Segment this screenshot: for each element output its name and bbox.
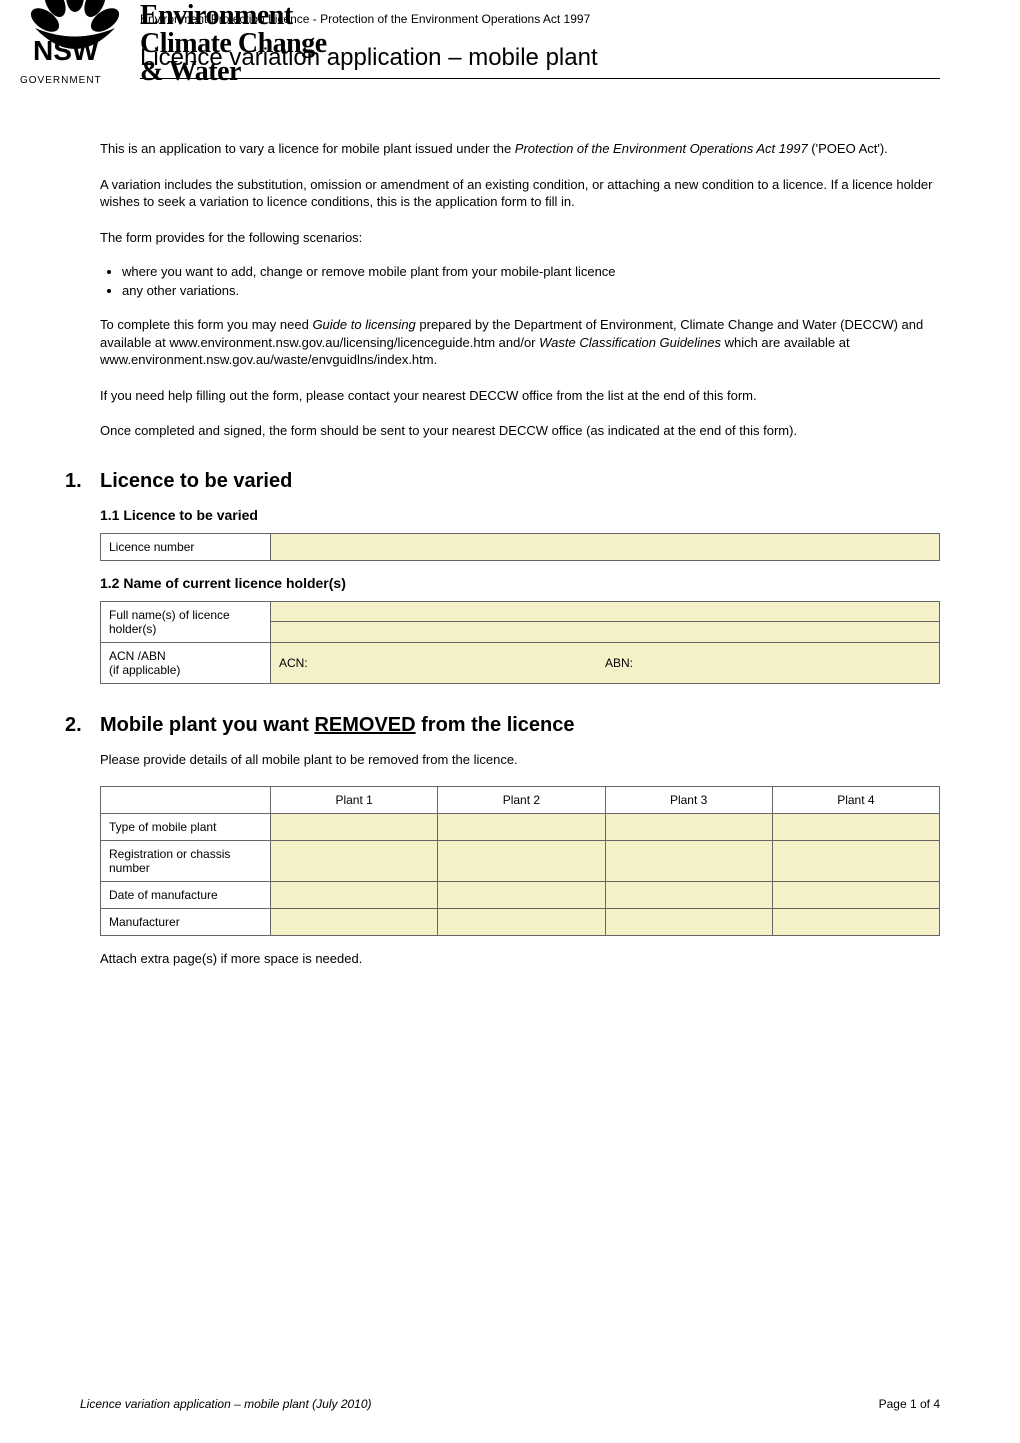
section-1-2-heading: 1.2 Name of current licence holder(s) [100,575,940,591]
licence-number-label: Licence number [101,533,271,560]
acn-abn-cell: ACN: ABN: [271,642,940,683]
licence-number-input[interactable] [271,533,940,560]
body: This is an application to vary a licence… [100,140,940,968]
row-reg-plant2[interactable] [438,841,605,882]
row-date-plant1[interactable] [271,882,438,909]
intro-p1b: ('POEO Act'). [808,141,888,156]
page-title: Licence variation application – mobile p… [140,44,598,72]
holder-name-label: Full name(s) of licence holder(s) [101,601,271,642]
intro-p1-ital: Protection of the Environment Operations… [515,141,808,156]
section-1-title: Licence to be varied [100,470,292,492]
intro-p4-ital1: Guide to licensing [312,317,415,332]
table-row: Date of manufacture [101,882,940,909]
section-1-1-heading: 1.1 Licence to be varied [100,507,940,523]
intro-bullets: where you want to add, change or remove … [122,264,940,298]
section-2-num: 2. [65,714,100,737]
act-title: Protection of the Environment Operations… [320,12,590,26]
holder-table: Full name(s) of licence holder(s) ACN /A… [100,601,940,684]
section-1-num: 1. [65,470,100,493]
remove-table-corner [101,787,271,814]
row-mfr-plant2[interactable] [438,909,605,936]
row-reg-plant3[interactable] [605,841,772,882]
intro-bullet-2: any other variations. [122,283,940,298]
row-type-plant1[interactable] [271,814,438,841]
intro-p1: This is an application to vary a licence… [100,140,940,158]
row-type-plant2[interactable] [438,814,605,841]
header-rule [140,78,940,79]
remove-plant-table: Plant 1 Plant 2 Plant 3 Plant 4 Type of … [100,786,940,936]
page-footer: Licence variation application – mobile p… [80,1397,940,1411]
remove-header-2: Plant 2 [438,787,605,814]
row-reg-plant1[interactable] [271,841,438,882]
section-2-title-under: REMOVED [314,714,415,736]
row-type-label: Type of mobile plant [101,814,271,841]
section-1-heading: 1.Licence to be varied [65,470,940,493]
nsw-text: NSW [33,35,99,66]
footer-left: Licence variation application – mobile p… [80,1397,372,1411]
row-date-plant4[interactable] [772,882,939,909]
row-mfr-plant1[interactable] [271,909,438,936]
abn-prefix: ABN: [605,656,633,670]
table-row: Type of mobile plant [101,814,940,841]
acn-prefix: ACN: [279,656,308,670]
table-row: Manufacturer [101,909,940,936]
section-2-lead: Please provide details of all mobile pla… [100,751,940,769]
row-date-plant3[interactable] [605,882,772,909]
intro-p4-ital2: Waste Classification Guidelines [539,335,721,350]
row-reg-plant4[interactable] [772,841,939,882]
table-row: Registration or chassis number [101,841,940,882]
row-date-plant2[interactable] [438,882,605,909]
attach-note: Attach extra page(s) if more space is ne… [100,950,940,968]
remove-header-1: Plant 1 [271,787,438,814]
row-reg-label: Registration or chassis number [101,841,271,882]
row-type-plant4[interactable] [772,814,939,841]
intro-p1a: This is an application to vary a licence… [100,141,515,156]
section-2-title-a: Mobile plant you want [100,714,314,736]
remove-header-4: Plant 4 [772,787,939,814]
licence-number-table: Licence number [100,533,940,561]
row-type-plant3[interactable] [605,814,772,841]
row-date-label: Date of manufacture [101,882,271,909]
footer-right: Page 1 of 4 [879,1397,940,1411]
government-label: GOVERNMENT [20,75,102,86]
acn-abn-label: ACN /ABN (if applicable) [101,642,271,683]
intro-bullet-1: where you want to add, change or remove … [122,264,940,279]
holder-name-input-1[interactable] [271,601,940,622]
page-header: NSW GOVERNMENT Environment Protection Li… [80,0,940,100]
intro-p2: A variation includes the substitution, o… [100,176,940,211]
intro-p6: Once completed and signed, the form shou… [100,422,940,440]
row-mfr-label: Manufacturer [101,909,271,936]
intro-p4: To complete this form you may need Guide… [100,316,940,369]
section-2-title-b: from the licence [416,714,575,736]
intro-p3: The form provides for the following scen… [100,229,940,247]
page: NSW GOVERNMENT Environment Protection Li… [0,0,1020,1443]
holder-name-input-2[interactable] [271,622,940,643]
intro-p5: If you need help filling out the form, p… [100,387,940,405]
row-mfr-plant4[interactable] [772,909,939,936]
intro-p4a: To complete this form you may need [100,317,312,332]
remove-header-3: Plant 3 [605,787,772,814]
row-mfr-plant3[interactable] [605,909,772,936]
section-2-heading: 2.Mobile plant you want REMOVED from the… [65,714,940,737]
